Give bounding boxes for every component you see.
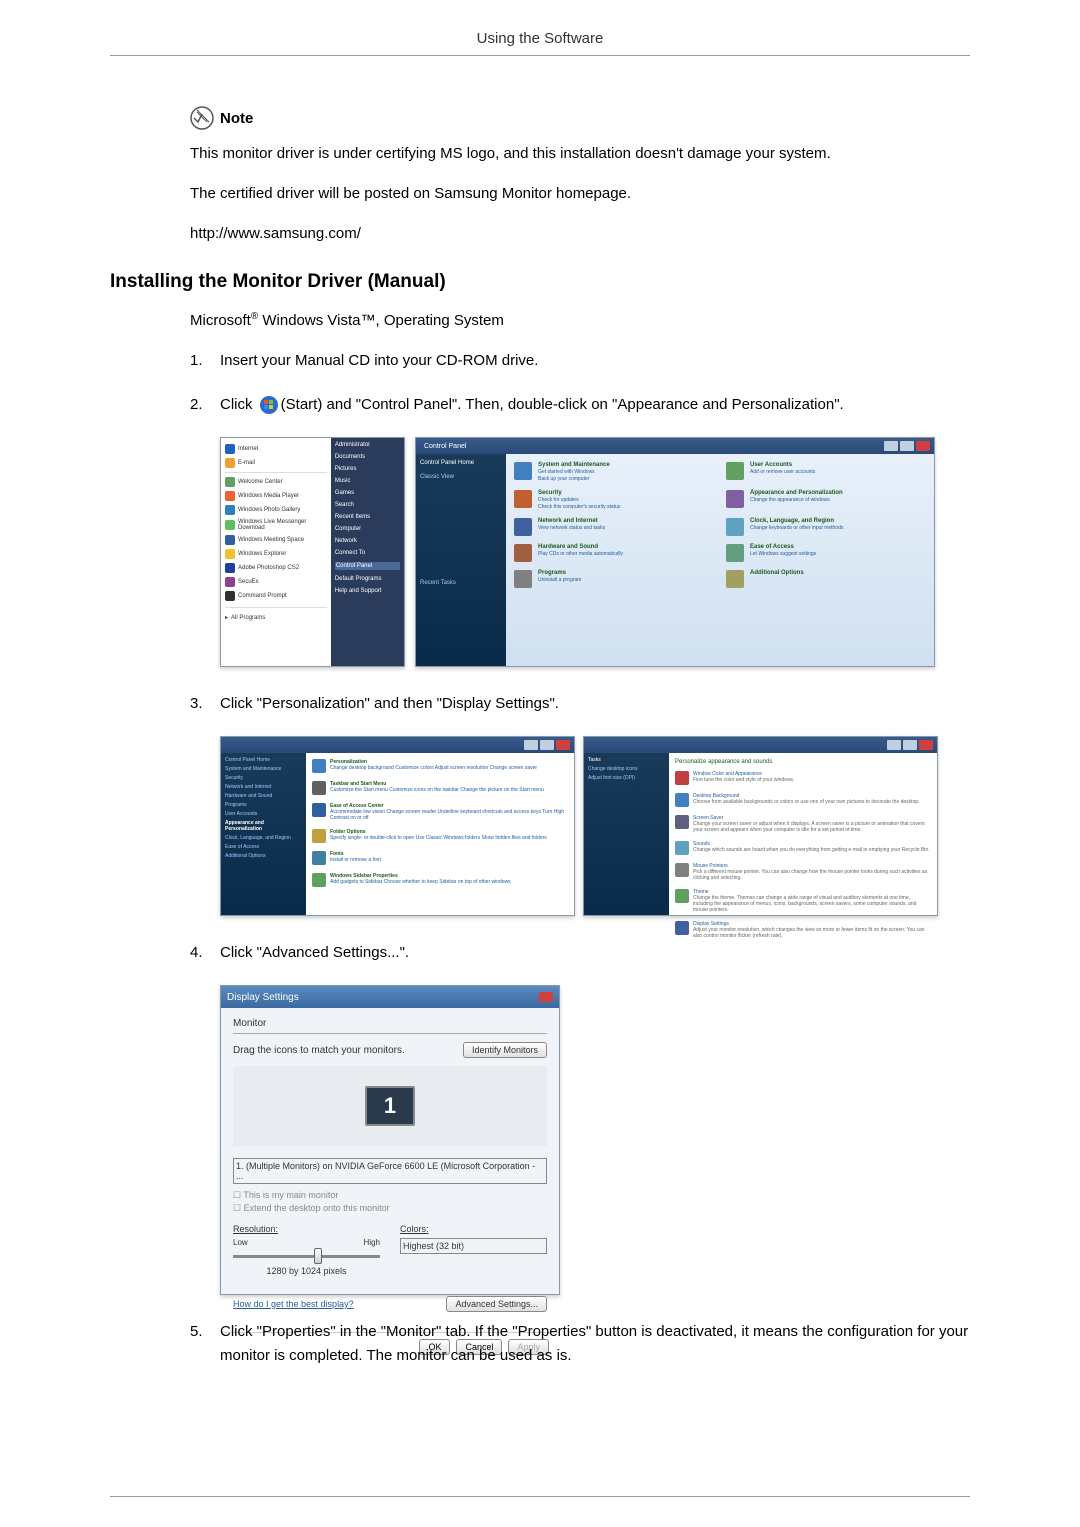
step-number: 3. <box>190 692 220 716</box>
os-line: Microsoft® Windows Vista™, Operating Sys… <box>190 311 970 329</box>
control-panel-image: Control Panel Control Panel Home Classic… <box>415 437 935 667</box>
screenshot-start-controlpanel: Internet E-mail Welcome Center Windows M… <box>220 437 970 667</box>
page-header: Using the Software <box>110 30 970 56</box>
note-url: http://www.samsung.com/ <box>190 222 970 246</box>
step-text: Click "Advanced Settings...". <box>220 941 970 965</box>
step-1: 1. Insert your Manual CD into your CD-RO… <box>190 349 970 373</box>
identify-monitors-button: Identify Monitors <box>463 1042 547 1058</box>
help-link: How do I get the best display? <box>233 1299 354 1309</box>
step-2: 2. Click (Start) and "Control Panel". Th… <box>190 393 970 417</box>
step-5: 5. Click "Properties" in the "Monitor" t… <box>190 1320 970 1368</box>
step-text: Insert your Manual CD into your CD-ROM d… <box>220 349 970 373</box>
section-heading: Installing the Monitor Driver (Manual) <box>110 271 970 293</box>
start-menu-image: Internet E-mail Welcome Center Windows M… <box>220 437 405 667</box>
step-text: Click "Properties" in the "Monitor" tab.… <box>220 1320 970 1368</box>
appearance-window-image: Control Panel Home System and Maintenanc… <box>220 736 575 916</box>
note-text-2: The certified driver will be posted on S… <box>190 182 970 206</box>
extend-desktop-checkbox: ☐ Extend the desktop onto this monitor <box>233 1203 547 1214</box>
step-text: Click "Personalization" and then "Displa… <box>220 692 970 716</box>
advanced-settings-button: Advanced Settings... <box>446 1296 547 1312</box>
monitor-dropdown: 1. (Multiple Monitors) on NVIDIA GeForce… <box>233 1158 547 1184</box>
start-orb-icon <box>259 395 279 415</box>
note-text-1: This monitor driver is under certifying … <box>190 142 970 166</box>
monitor-icon-1: 1 <box>365 1086 415 1126</box>
resolution-label: Resolution: <box>233 1224 380 1234</box>
step-number: 2. <box>190 393 220 417</box>
resolution-slider <box>233 1255 380 1258</box>
footer-divider <box>110 1496 970 1497</box>
note-section: Note This monitor driver is under certif… <box>190 106 970 246</box>
step-number: 1. <box>190 349 220 373</box>
monitor-tab: Monitor <box>233 1018 547 1034</box>
drag-instruction: Drag the icons to match your monitors. <box>233 1045 405 1056</box>
step-text: Click (Start) and "Control Panel". Then,… <box>220 393 970 417</box>
colors-dropdown: Highest (32 bit) <box>400 1238 547 1254</box>
dialog-title: Display Settings <box>227 992 299 1003</box>
step-number: 4. <box>190 941 220 965</box>
monitor-preview: 1 <box>233 1066 547 1146</box>
main-monitor-checkbox: ☐ This is my main monitor <box>233 1190 547 1201</box>
colors-label: Colors: <box>400 1224 547 1234</box>
screenshot-personalization: Control Panel Home System and Maintenanc… <box>220 736 970 916</box>
display-settings-dialog-image: Display Settings Monitor Drag the icons … <box>220 985 560 1295</box>
step-3: 3. Click "Personalization" and then "Dis… <box>190 692 970 716</box>
note-icon <box>190 106 214 130</box>
step-4: 4. Click "Advanced Settings...". <box>190 941 970 965</box>
step-number: 5. <box>190 1320 220 1368</box>
personalization-window-image: Tasks Change desktop icons Adjust font s… <box>583 736 938 916</box>
note-label: Note <box>220 110 253 127</box>
resolution-value: 1280 by 1024 pixels <box>233 1266 380 1276</box>
